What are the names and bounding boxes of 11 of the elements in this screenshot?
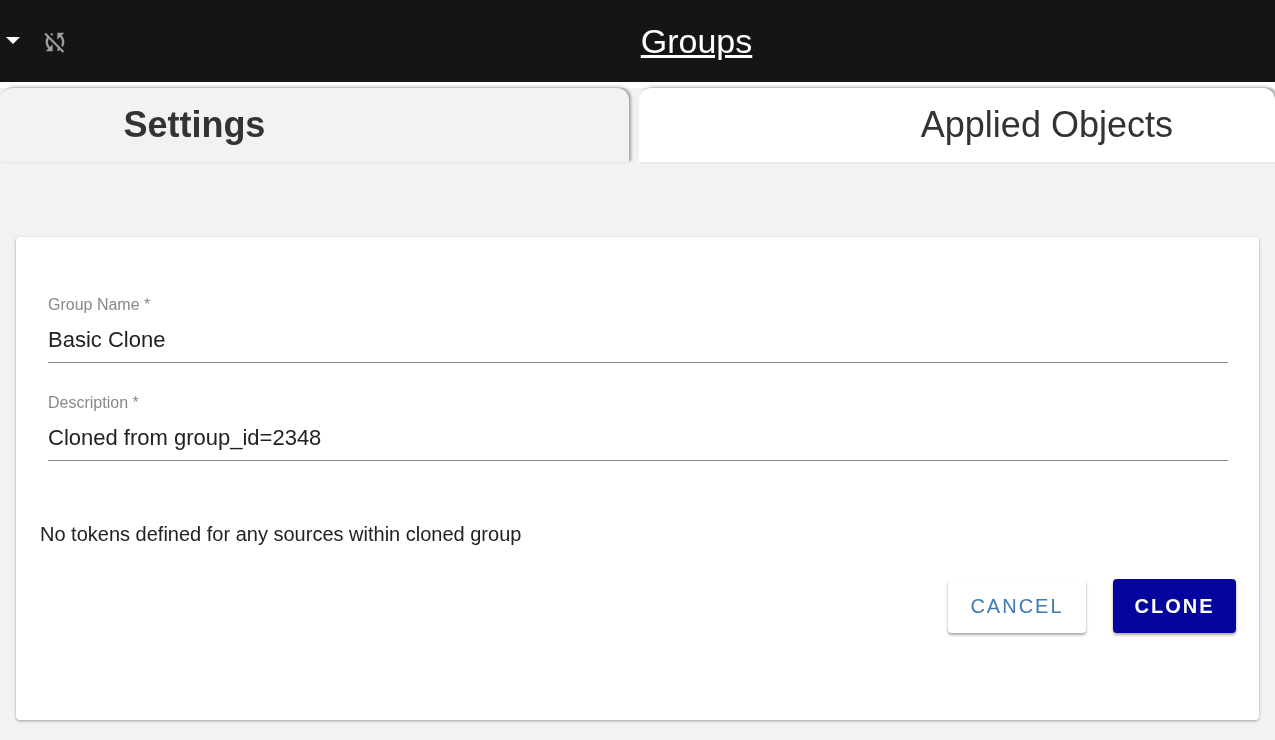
cancel-button[interactable]: CANCEL [948,579,1086,633]
text-field[interactable]: Basic Clone [48,323,1228,363]
clone-button[interactable]: CLONE [1113,579,1236,633]
caret-down-icon[interactable] [6,37,20,45]
tab[interactable]: Applied Objects [638,88,1275,162]
info-message: No tokens defined for any sources within cloned group [40,522,523,547]
page-title-link[interactable]: Groups [522,15,753,67]
field-label: Description * [48,393,140,413]
field-label: Group Name * [48,295,152,315]
tab[interactable]: Settings [0,88,629,162]
text-field[interactable]: Cloned from group_id=2348 [48,421,1228,461]
